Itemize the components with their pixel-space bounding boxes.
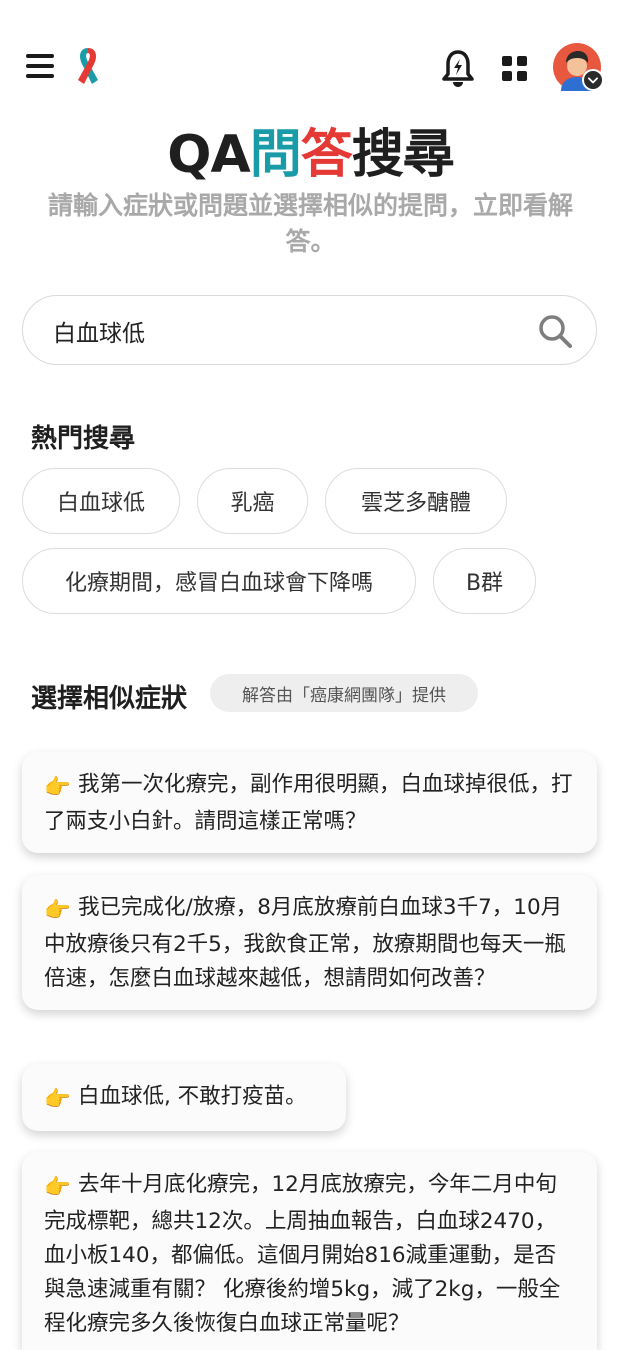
page-subtitle: 請輸入症狀或問題並選擇相似的提問，立即看解答。 <box>47 191 573 256</box>
popular-chip[interactable]: B群 <box>433 548 536 614</box>
search-icon[interactable] <box>536 312 574 350</box>
question-card[interactable]: 👉 白血球低, 不敢打疫苗。 <box>22 1064 346 1131</box>
question-text: 我第一次化療完，副作用很明顯，白血球掉很低，打了兩支小白針。請問這樣正常嗎？ <box>44 772 573 834</box>
question-card[interactable]: 👉 我已完成化/放療，8月底放療前白血球3千7，10月中放療後只有2千5，我飲食正… <box>22 875 597 1010</box>
title-part-wen: 問 <box>249 125 302 185</box>
pointing-hand-icon: 👉 <box>44 1087 71 1112</box>
chevron-down-icon[interactable] <box>582 69 604 91</box>
title-part-qa: QA <box>167 125 250 185</box>
question-text: 白血球低, 不敢打疫苗。 <box>78 1084 307 1109</box>
title-part-da: 答 <box>300 125 353 185</box>
question-text: 我已完成化/放療，8月底放療前白血球3千7，10月中放療後只有2千5，我飲食正常… <box>44 895 566 991</box>
pointing-hand-icon: 👉 <box>44 1175 71 1200</box>
title-part-search: 搜尋 <box>351 125 455 185</box>
ribbon-logo-icon[interactable] <box>70 44 106 88</box>
popular-chip[interactable]: 雲芝多醣體 <box>325 468 507 534</box>
provider-badge: 解答由「癌康網團隊」提供 <box>210 674 478 712</box>
pointing-hand-icon: 👉 <box>44 898 71 923</box>
question-card[interactable]: 👉 去年十月底化療完，12月底放療完，今年二月中旬完成標靶，總共12次。上周抽血報… <box>22 1152 597 1350</box>
popular-heading: 熱門搜尋 <box>31 424 136 454</box>
notification-bell-icon[interactable] <box>440 48 476 88</box>
apps-grid-icon[interactable] <box>502 56 528 82</box>
pointing-hand-icon: 👉 <box>44 775 71 800</box>
page-title: QA問答搜尋 <box>0 112 621 187</box>
popular-chip[interactable]: 化療期間，感冒白血球會下降嗎 <box>22 548 416 614</box>
popular-chip[interactable]: 白血球低 <box>22 468 180 534</box>
search-input[interactable] <box>53 314 523 348</box>
search-box <box>22 295 597 365</box>
popular-chip[interactable]: 乳癌 <box>197 468 308 534</box>
question-text: 去年十月底化療完，12月底放療完，今年二月中旬完成標靶，總共12次。上周抽血報告… <box>44 1172 561 1336</box>
similar-heading: 選擇相似症狀 <box>31 684 188 714</box>
question-card[interactable]: 👉 我第一次化療完，副作用很明顯，白血球掉很低，打了兩支小白針。請問這樣正常嗎？ <box>22 752 597 853</box>
menu-icon[interactable] <box>26 52 56 80</box>
top-bar <box>0 0 621 130</box>
